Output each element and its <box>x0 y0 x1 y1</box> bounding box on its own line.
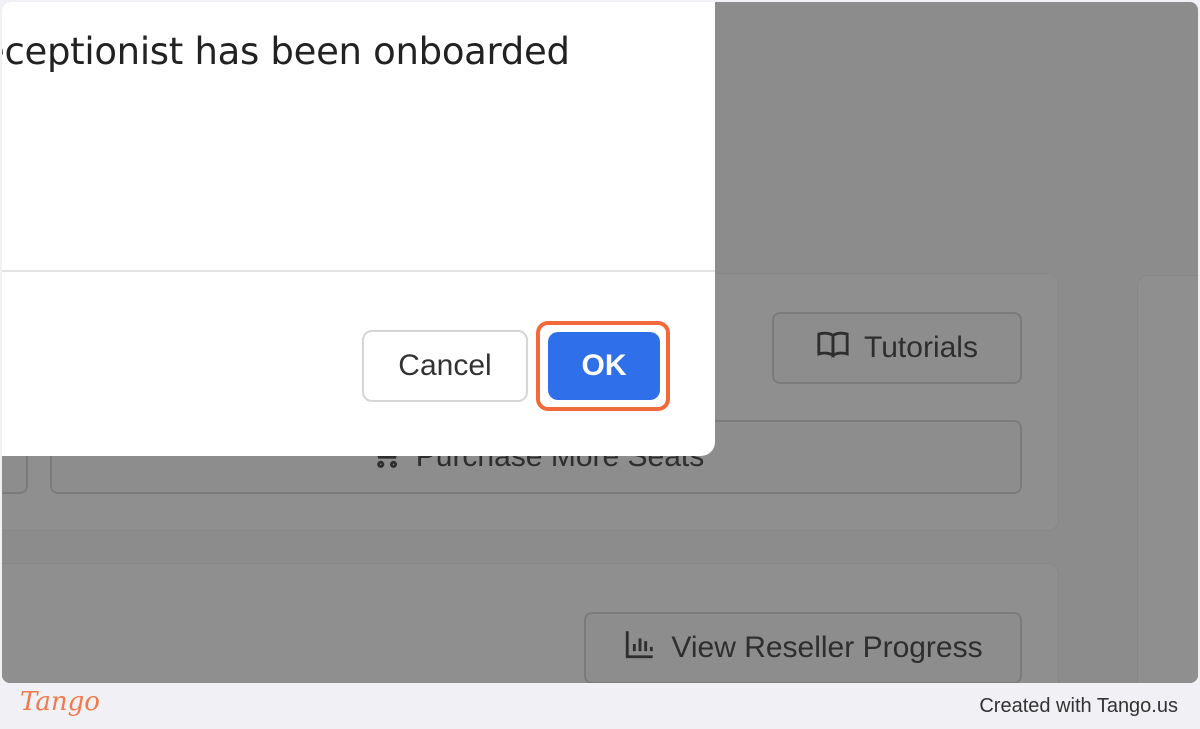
modal-title: eceptionist has been onboarded <box>2 30 570 73</box>
confirmation-modal: eceptionist has been onboarded Cancel OK <box>2 2 715 456</box>
cancel-button[interactable]: Cancel <box>362 330 528 402</box>
bar-chart-icon <box>623 627 657 669</box>
view-reseller-progress-button[interactable]: View Reseller Progress <box>584 612 1022 683</box>
ok-button[interactable]: OK <box>548 332 660 400</box>
screenshot-stage: Tutorials Purchase More Seats View Resel… <box>2 2 1198 683</box>
modal-divider <box>2 270 715 272</box>
background-card-right <box>1138 276 1198 683</box>
tango-logo: Tango <box>20 687 100 717</box>
footer-bar: Tango Created with Tango.us <box>0 683 1200 729</box>
book-icon <box>816 327 850 369</box>
tutorials-button[interactable]: Tutorials <box>772 312 1022 384</box>
tutorials-label: Tutorials <box>864 331 978 364</box>
created-with-text: Created with Tango.us <box>979 695 1178 717</box>
reseller-label: View Reseller Progress <box>671 631 983 664</box>
